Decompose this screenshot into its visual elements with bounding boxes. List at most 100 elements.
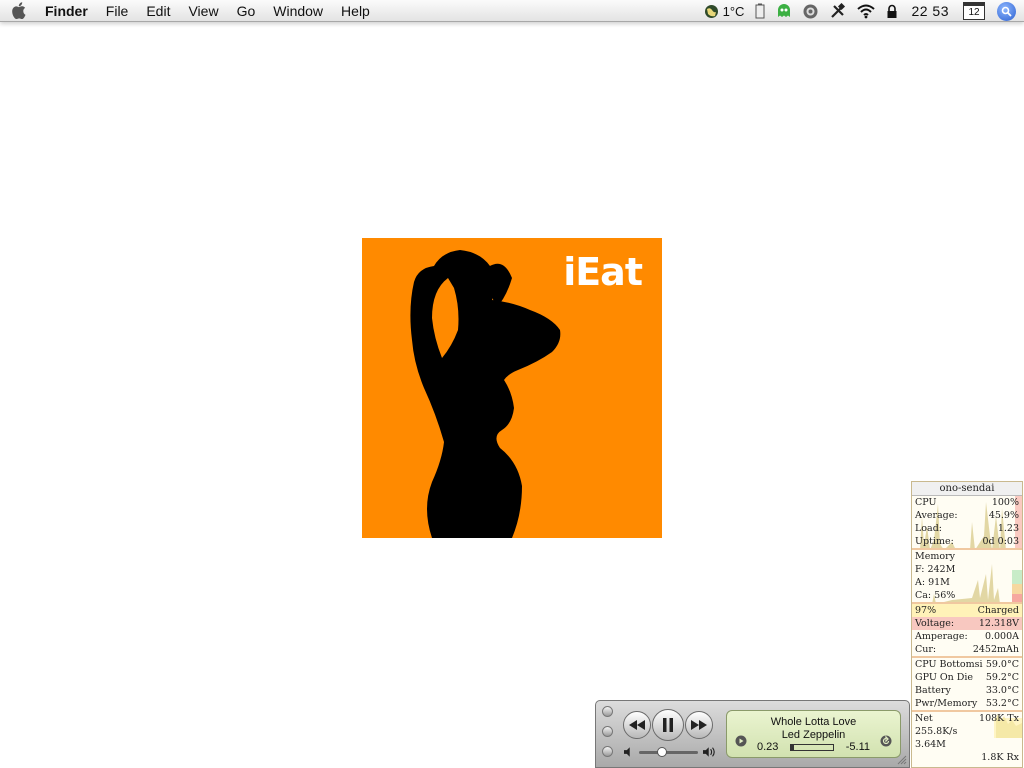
snapback-icon[interactable] [880,735,892,747]
pause-button[interactable] [652,709,684,741]
battery-section: 97% Charged Voltage: 12.318V Amperage: 0.00… [912,604,1022,658]
itunes-mini-player: Whole Lotta Love Led Zeppelin 0.23 -5.11 [595,700,910,768]
temp-value: 59.0°C [985,659,1019,670]
battery-current-row: Cur: 2452mAh [912,643,1022,656]
clock-text[interactable]: 22 53 [903,0,957,22]
now-playing-display: Whole Lotta Love Led Zeppelin 0.23 -5.11 [726,710,901,758]
cpu-section: CPU 100% Average: 45.9% Load: 1.23 Uptime: 0… [912,496,1022,550]
cpu-label: CPU [915,497,937,508]
memory-free-row: F: 242M [912,563,1022,576]
lock-menu-icon[interactable] [881,0,903,22]
menu-app-finder[interactable]: Finder [36,0,97,22]
battery-amperage-row: Amperage: 0.000A [912,630,1022,643]
net-rx-value: 1.8K Rx [981,752,1019,763]
ieat-brand-text: iEat [563,250,643,294]
net-rate-row: 255.8K/s [912,725,1022,738]
net-total-value: 3.64M [915,739,946,750]
minimize-window-button[interactable] [602,726,613,737]
battery-current-value: 2452mAh [972,644,1019,655]
temp-row: GPU On Die 59.2°C [912,671,1022,684]
cpu-uptime-row: Uptime: 0d 0:03 [912,535,1022,548]
track-progress-bar[interactable] [790,743,835,751]
battery-voltage-row: Voltage: 12.318V [912,617,1022,630]
cpu-load-value: 1.23 [997,523,1019,534]
menu-window[interactable]: Window [264,0,332,22]
resize-grip-icon[interactable] [897,755,907,765]
battery-percent: 97% [915,605,937,616]
rewind-icon [629,720,645,730]
menu-go[interactable]: Go [228,0,265,22]
volume-knob[interactable] [657,746,668,757]
temp-label: CPU Bottomsi [915,659,983,670]
ghost-menu-icon[interactable] [771,0,797,22]
memory-section: Memory F: 242M A: 91M Ca: 56% [912,550,1022,604]
net-label: Net [915,713,933,724]
battery-menu-icon[interactable] [749,0,771,22]
temp-label: GPU On Die [915,672,974,683]
play-small-icon[interactable] [735,735,747,747]
pause-icon [663,718,673,732]
spotlight-search-icon[interactable] [997,1,1016,21]
gear-menu-icon[interactable] [797,0,824,22]
memory-label: Memory [915,551,955,562]
cpu-load-label: Load: [915,523,942,534]
volume-high-icon [702,747,715,757]
weather-menu[interactable]: 1°C [699,0,750,22]
calendar-icon[interactable]: 12 [963,2,985,20]
memory-cache-value: Ca: 56% [915,590,956,601]
cpu-average-value: 45.9% [988,510,1019,521]
cpu-uptime-label: Uptime: [915,536,954,547]
net-tx-value: 108K Tx [979,713,1019,724]
menu-help[interactable]: Help [332,0,379,22]
memory-cache-row: Ca: 56% [912,589,1022,602]
zoom-window-button[interactable] [602,746,613,757]
tools-menu-icon[interactable] [824,0,851,22]
battery-amperage-label: Amperage: [915,631,968,642]
memory-active-value: A: 91M [915,577,950,588]
track-progress-fill [791,744,795,750]
temperature-section: CPU Bottomsi 59.0°C GPU On Die 59.2°C Batt… [912,658,1022,712]
battery-voltage-value: 12.318V [978,618,1019,629]
temp-value: 53.2°C [985,698,1019,709]
temp-row: Battery 33.0°C [912,684,1022,697]
memory-free-value: F: 242M [915,564,956,575]
volume-slider[interactable] [638,746,698,757]
battery-amperage-value: 0.000A [984,631,1019,642]
remaining-time: -5.11 [845,741,870,753]
memory-title-row: Memory [912,550,1022,563]
apple-menu-icon[interactable] [0,2,36,19]
net-rate-value: 255.8K/s [915,726,958,737]
track-time-row: 0.23 -5.11 [757,741,870,753]
temp-value: 33.0°C [985,685,1019,696]
system-stats-panel: ono-sendai CPU 100% Average: 45.9% Load: 1.… [911,481,1023,768]
cpu-average-label: Average: [915,510,958,521]
next-track-button[interactable] [685,711,713,739]
menu-edit[interactable]: Edit [137,0,179,22]
weather-globe-icon [704,4,718,18]
temperature-text: 1°C [722,3,745,19]
cpu-value: 100% [991,497,1019,508]
close-window-button[interactable] [602,706,613,717]
battery-current-label: Cur: [915,644,937,655]
memory-active-row: A: 91M [912,576,1022,589]
battery-voltage-label: Voltage: [915,618,955,629]
temp-row: Pwr/Memory B 53.2°C [912,697,1022,710]
artist-name: Led Zeppelin [781,729,846,741]
elapsed-time: 0.23 [757,741,779,753]
temp-row: CPU Bottomsi 59.0°C [912,658,1022,671]
menu-file[interactable]: File [97,0,138,22]
temp-label: Pwr/Memory B [915,698,978,709]
net-total-row: 3.64M [912,738,1022,751]
cpu-uptime-value: 0d 0:03 [982,536,1019,547]
volume-control [624,746,716,758]
menu-bar: Finder File Edit View Go Window Help 1°C… [0,0,1024,22]
menu-view[interactable]: View [179,0,227,22]
volume-low-icon [624,747,630,757]
temp-value: 59.2°C [985,672,1019,683]
stats-hostname: ono-sendai [912,482,1022,496]
previous-track-button[interactable] [623,711,651,739]
battery-status: Charged [977,605,1019,616]
wifi-menu-icon[interactable] [851,0,881,22]
ieat-image: iEat [362,238,662,538]
cpu-average-row: Average: 45.9% [912,509,1022,522]
